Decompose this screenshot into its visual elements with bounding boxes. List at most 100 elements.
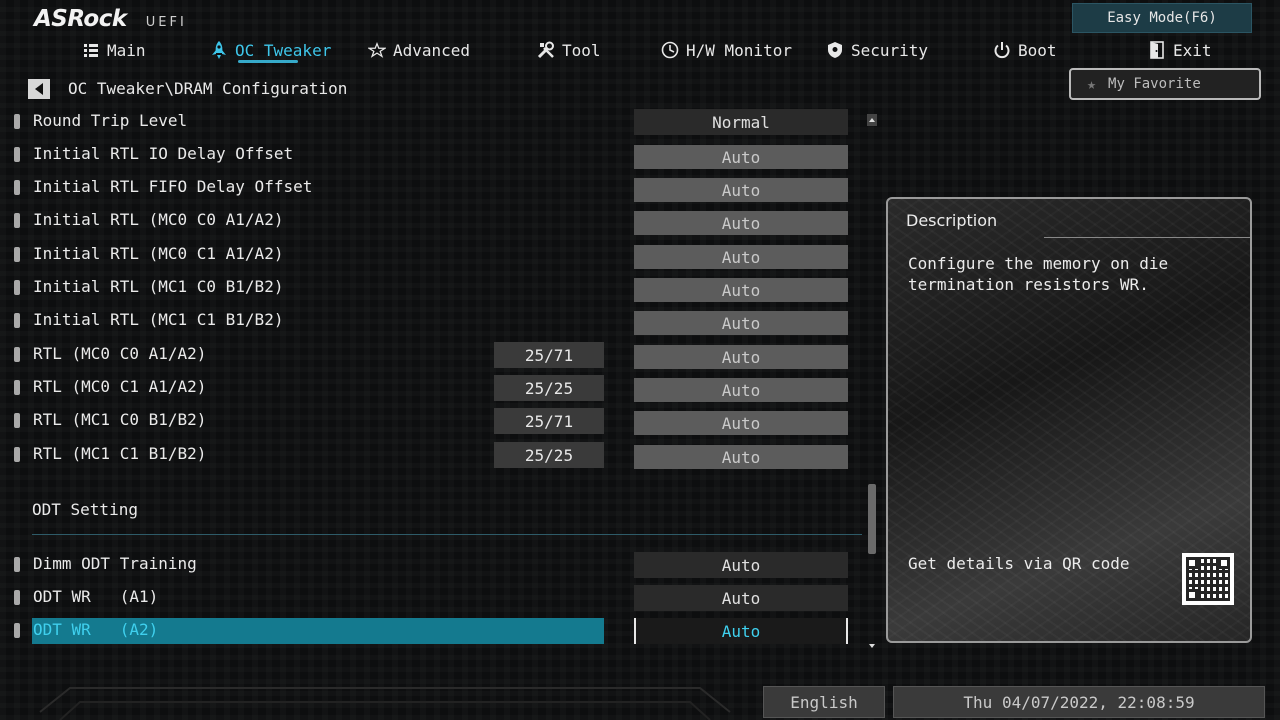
tab-oc-tweaker[interactable]: OC Tweaker [210,38,331,62]
setting-row[interactable]: RTL (MC0 C0 A1/A2) 25/71 Auto [14,342,854,369]
setting-label: Dimm ODT Training [33,554,197,573]
setting-label: ODT WR (A2) [33,620,159,639]
setting-value[interactable]: Auto [634,311,848,335]
uefi-label: UEFI [145,15,187,30]
setting-label: Initial RTL (MC1 C0 B1/B2) [33,277,284,296]
tab-exit[interactable]: Exit [1148,38,1212,62]
scroll-up-button[interactable] [867,114,877,126]
tab-tool[interactable]: Tool [537,38,601,62]
description-title: Description [906,211,998,230]
setting-value[interactable]: Auto [634,278,848,302]
date-time-display: Thu 04/07/2022, 22:08:59 [893,686,1265,718]
scroll-down-button[interactable] [867,640,877,652]
setting-row[interactable]: Initial RTL (MC0 C0 A1/A2) Auto [14,208,854,235]
tab-hw-monitor[interactable]: H/W Monitor [661,38,792,62]
current-value: 25/71 [494,408,604,434]
setting-row-selected[interactable]: ODT WR (A2) Auto [14,618,854,644]
qr-finder [1186,589,1198,601]
row-marker [14,413,20,428]
setting-label: Initial RTL FIFO Delay Offset [33,177,313,196]
back-button[interactable] [28,79,50,99]
asrock-logo: ASRock UEFI [34,6,187,32]
current-value: 25/25 [494,442,604,468]
description-text: Configure the memory on die termination … [908,254,1169,294]
description-title-line [1044,237,1250,238]
tab-security-label: Security [851,40,929,60]
odt-section-heading: ODT Setting [32,500,138,519]
setting-value[interactable]: Auto [634,178,848,202]
setting-value[interactable]: Auto [634,245,848,269]
setting-value[interactable]: Auto [634,211,848,235]
tab-main[interactable]: Main [82,38,146,62]
tab-exit-label: Exit [1173,40,1212,60]
setting-value[interactable]: Auto [634,552,848,578]
setting-row[interactable]: Dimm ODT Training Auto [14,552,854,578]
qr-code-label: Get details via QR code [908,554,1130,573]
setting-label: RTL (MC0 C1 A1/A2) [33,377,207,396]
language-button[interactable]: English [763,686,885,718]
qr-finder [1218,557,1230,569]
setting-label: Round Trip Level [33,111,188,130]
active-tab-underline [238,60,298,63]
row-marker [14,347,20,362]
qr-pattern [1186,557,1230,601]
row-marker [14,623,20,638]
setting-label: RTL (MC1 C0 B1/B2) [33,410,207,429]
row-marker [14,147,20,162]
row-marker [14,590,20,605]
my-favorite-button[interactable]: ★ My Favorite [1069,68,1261,100]
current-value: 25/71 [494,342,604,368]
tab-security[interactable]: Security [826,38,928,62]
scrollbar-thumb[interactable] [868,484,876,554]
exit-door-icon [1148,41,1166,59]
setting-row[interactable]: RTL (MC1 C0 B1/B2) 25/71 Auto [14,408,854,435]
tab-advanced[interactable]: Advanced [368,38,470,62]
row-marker [14,557,20,572]
setting-row[interactable]: Initial RTL (MC0 C1 A1/A2) Auto [14,242,854,269]
scroll-up-arrow-icon [869,118,875,122]
favorite-star-icon: ★ [1087,75,1097,93]
tab-advanced-label: Advanced [393,40,471,60]
shield-icon [826,41,844,59]
row-marker [14,180,20,195]
setting-row[interactable]: Initial RTL (MC1 C1 B1/B2) Auto [14,308,854,335]
easy-mode-button[interactable]: Easy Mode(F6) [1072,3,1252,33]
row-marker [14,447,20,462]
setting-row[interactable]: Round Trip Level Normal [14,109,854,135]
setting-label: RTL (MC1 C1 B1/B2) [33,444,207,463]
row-marker [14,247,20,262]
scroll-down-arrow-icon [869,644,875,648]
setting-value[interactable]: Auto [634,145,848,169]
setting-value[interactable]: Auto [634,618,848,644]
qr-code-icon [1182,553,1234,605]
setting-label: Initial RTL IO Delay Offset [33,144,294,163]
setting-row[interactable]: RTL (MC1 C1 B1/B2) 25/25 Auto [14,442,854,469]
back-arrow-icon [35,83,43,95]
setting-row[interactable]: Initial RTL FIFO Delay Offset Auto [14,175,854,202]
rocket-icon [210,41,228,59]
setting-row[interactable]: RTL (MC0 C1 A1/A2) 25/25 Auto [14,375,854,402]
tools-icon [537,41,555,59]
tab-boot-label: Boot [1018,40,1057,60]
setting-value[interactable]: Auto [634,585,848,611]
setting-row[interactable]: Initial RTL (MC1 C0 B1/B2) Auto [14,275,854,302]
footer-decoration [39,687,731,720]
tab-oc-tweaker-label: OC Tweaker [235,40,332,60]
setting-label: RTL (MC0 C0 A1/A2) [33,344,207,363]
setting-row[interactable]: Initial RTL IO Delay Offset Auto [14,142,854,169]
setting-row[interactable]: ODT WR (A1) Auto [14,585,854,611]
tab-hw-monitor-label: H/W Monitor [686,40,792,60]
my-favorite-label: My Favorite [1108,76,1201,92]
setting-value[interactable]: Auto [634,411,848,435]
tab-boot[interactable]: Boot [993,38,1057,62]
row-marker [14,280,20,295]
row-marker [14,380,20,395]
setting-value[interactable]: Normal [634,109,848,135]
current-value: 25/25 [494,375,604,401]
setting-value[interactable]: Auto [634,345,848,369]
setting-value[interactable]: Auto [634,445,848,469]
brand-name: ASRock [34,6,127,32]
setting-label: Initial RTL (MC1 C1 B1/B2) [33,310,284,329]
setting-value[interactable]: Auto [634,378,848,402]
section-divider [32,534,862,535]
